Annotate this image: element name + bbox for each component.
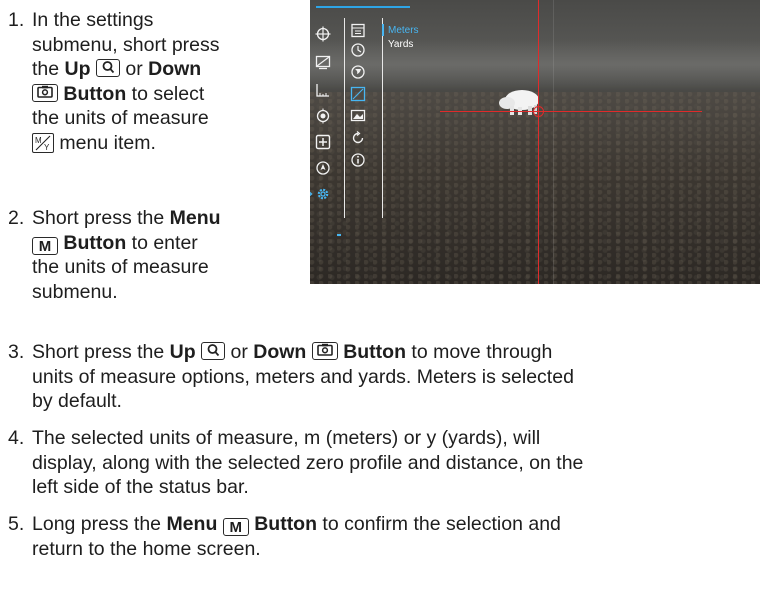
up-button-icon [201, 342, 226, 360]
step-text: submenu. [32, 280, 118, 303]
chevron-right-icon [310, 191, 313, 197]
step-text: In the settings [32, 9, 154, 31]
selection-marker [382, 24, 384, 36]
device-screenshot: Meters Yards [310, 0, 760, 284]
menu-divider [382, 18, 383, 218]
info-icon[interactable] [350, 152, 366, 168]
calendar-icon[interactable] [350, 22, 366, 38]
menu-option-yards[interactable]: Yards [388, 39, 413, 50]
menu-button-icon: M [32, 236, 58, 255]
step-text: Button to select [32, 82, 312, 107]
reset-icon[interactable] [350, 130, 366, 146]
compass-icon[interactable] [315, 160, 331, 176]
page-indicator [337, 234, 341, 236]
step-text: left side of the status bar. [32, 476, 249, 498]
step-text: return to the home screen. [32, 537, 261, 560]
step-text: M Button to enter [32, 231, 312, 256]
menu-button-icon: M [222, 518, 249, 536]
target-icon[interactable] [315, 108, 331, 124]
step-text: the units of measure [32, 256, 209, 278]
step-text: Short press the Up or Down Button to mov… [32, 341, 553, 363]
down-button-icon [32, 83, 58, 102]
down-button-icon [311, 342, 338, 360]
globe-icon[interactable] [350, 64, 366, 80]
settings-menu-panel: Meters Yards [310, 8, 424, 236]
step-text: submenu, short press [32, 33, 220, 56]
reticle-center-circle [533, 106, 544, 117]
step-text: Short press the Menu [32, 207, 221, 229]
image-icon[interactable] [350, 108, 366, 124]
menu-divider [344, 18, 345, 218]
step-number: 2. [8, 207, 25, 229]
svg-text:M: M [35, 136, 42, 145]
crosshair-icon[interactable] [315, 26, 331, 42]
step-number: 1. [8, 9, 25, 31]
clock-icon[interactable] [350, 42, 366, 58]
units-of-measure-icon: MY [32, 132, 54, 153]
image-artifact-line [553, 0, 554, 284]
step-number: 4. [8, 427, 25, 449]
step-text: MY menu item. [32, 131, 312, 156]
svg-text:Y: Y [44, 143, 50, 152]
step-text: the units of measure [32, 107, 209, 129]
reticle-vertical-line [538, 0, 539, 284]
plus-box-icon[interactable] [315, 134, 331, 150]
step-text: units of measure options, meters and yar… [32, 365, 574, 388]
settings-gear-icon[interactable] [315, 186, 331, 202]
status-bar-accent [316, 0, 410, 8]
up-button-icon [95, 59, 120, 77]
menu-option-meters[interactable]: Meters [388, 25, 419, 36]
units-icon[interactable] [350, 86, 366, 102]
step-text: The selected units of measure, m (meters… [32, 427, 541, 449]
step-text: display, along with the selected zero pr… [32, 451, 584, 474]
step-text: Long press the Menu M Button to confirm … [32, 513, 561, 536]
step-number: 5. [8, 513, 25, 535]
step-text: by default. [32, 390, 122, 412]
monitor-brightness-icon[interactable] [315, 54, 331, 70]
step-text: the Up or Down [32, 58, 202, 80]
ruler-icon[interactable] [315, 82, 331, 98]
step-number: 3. [8, 341, 25, 363]
reticle-horizontal-line [440, 111, 702, 112]
